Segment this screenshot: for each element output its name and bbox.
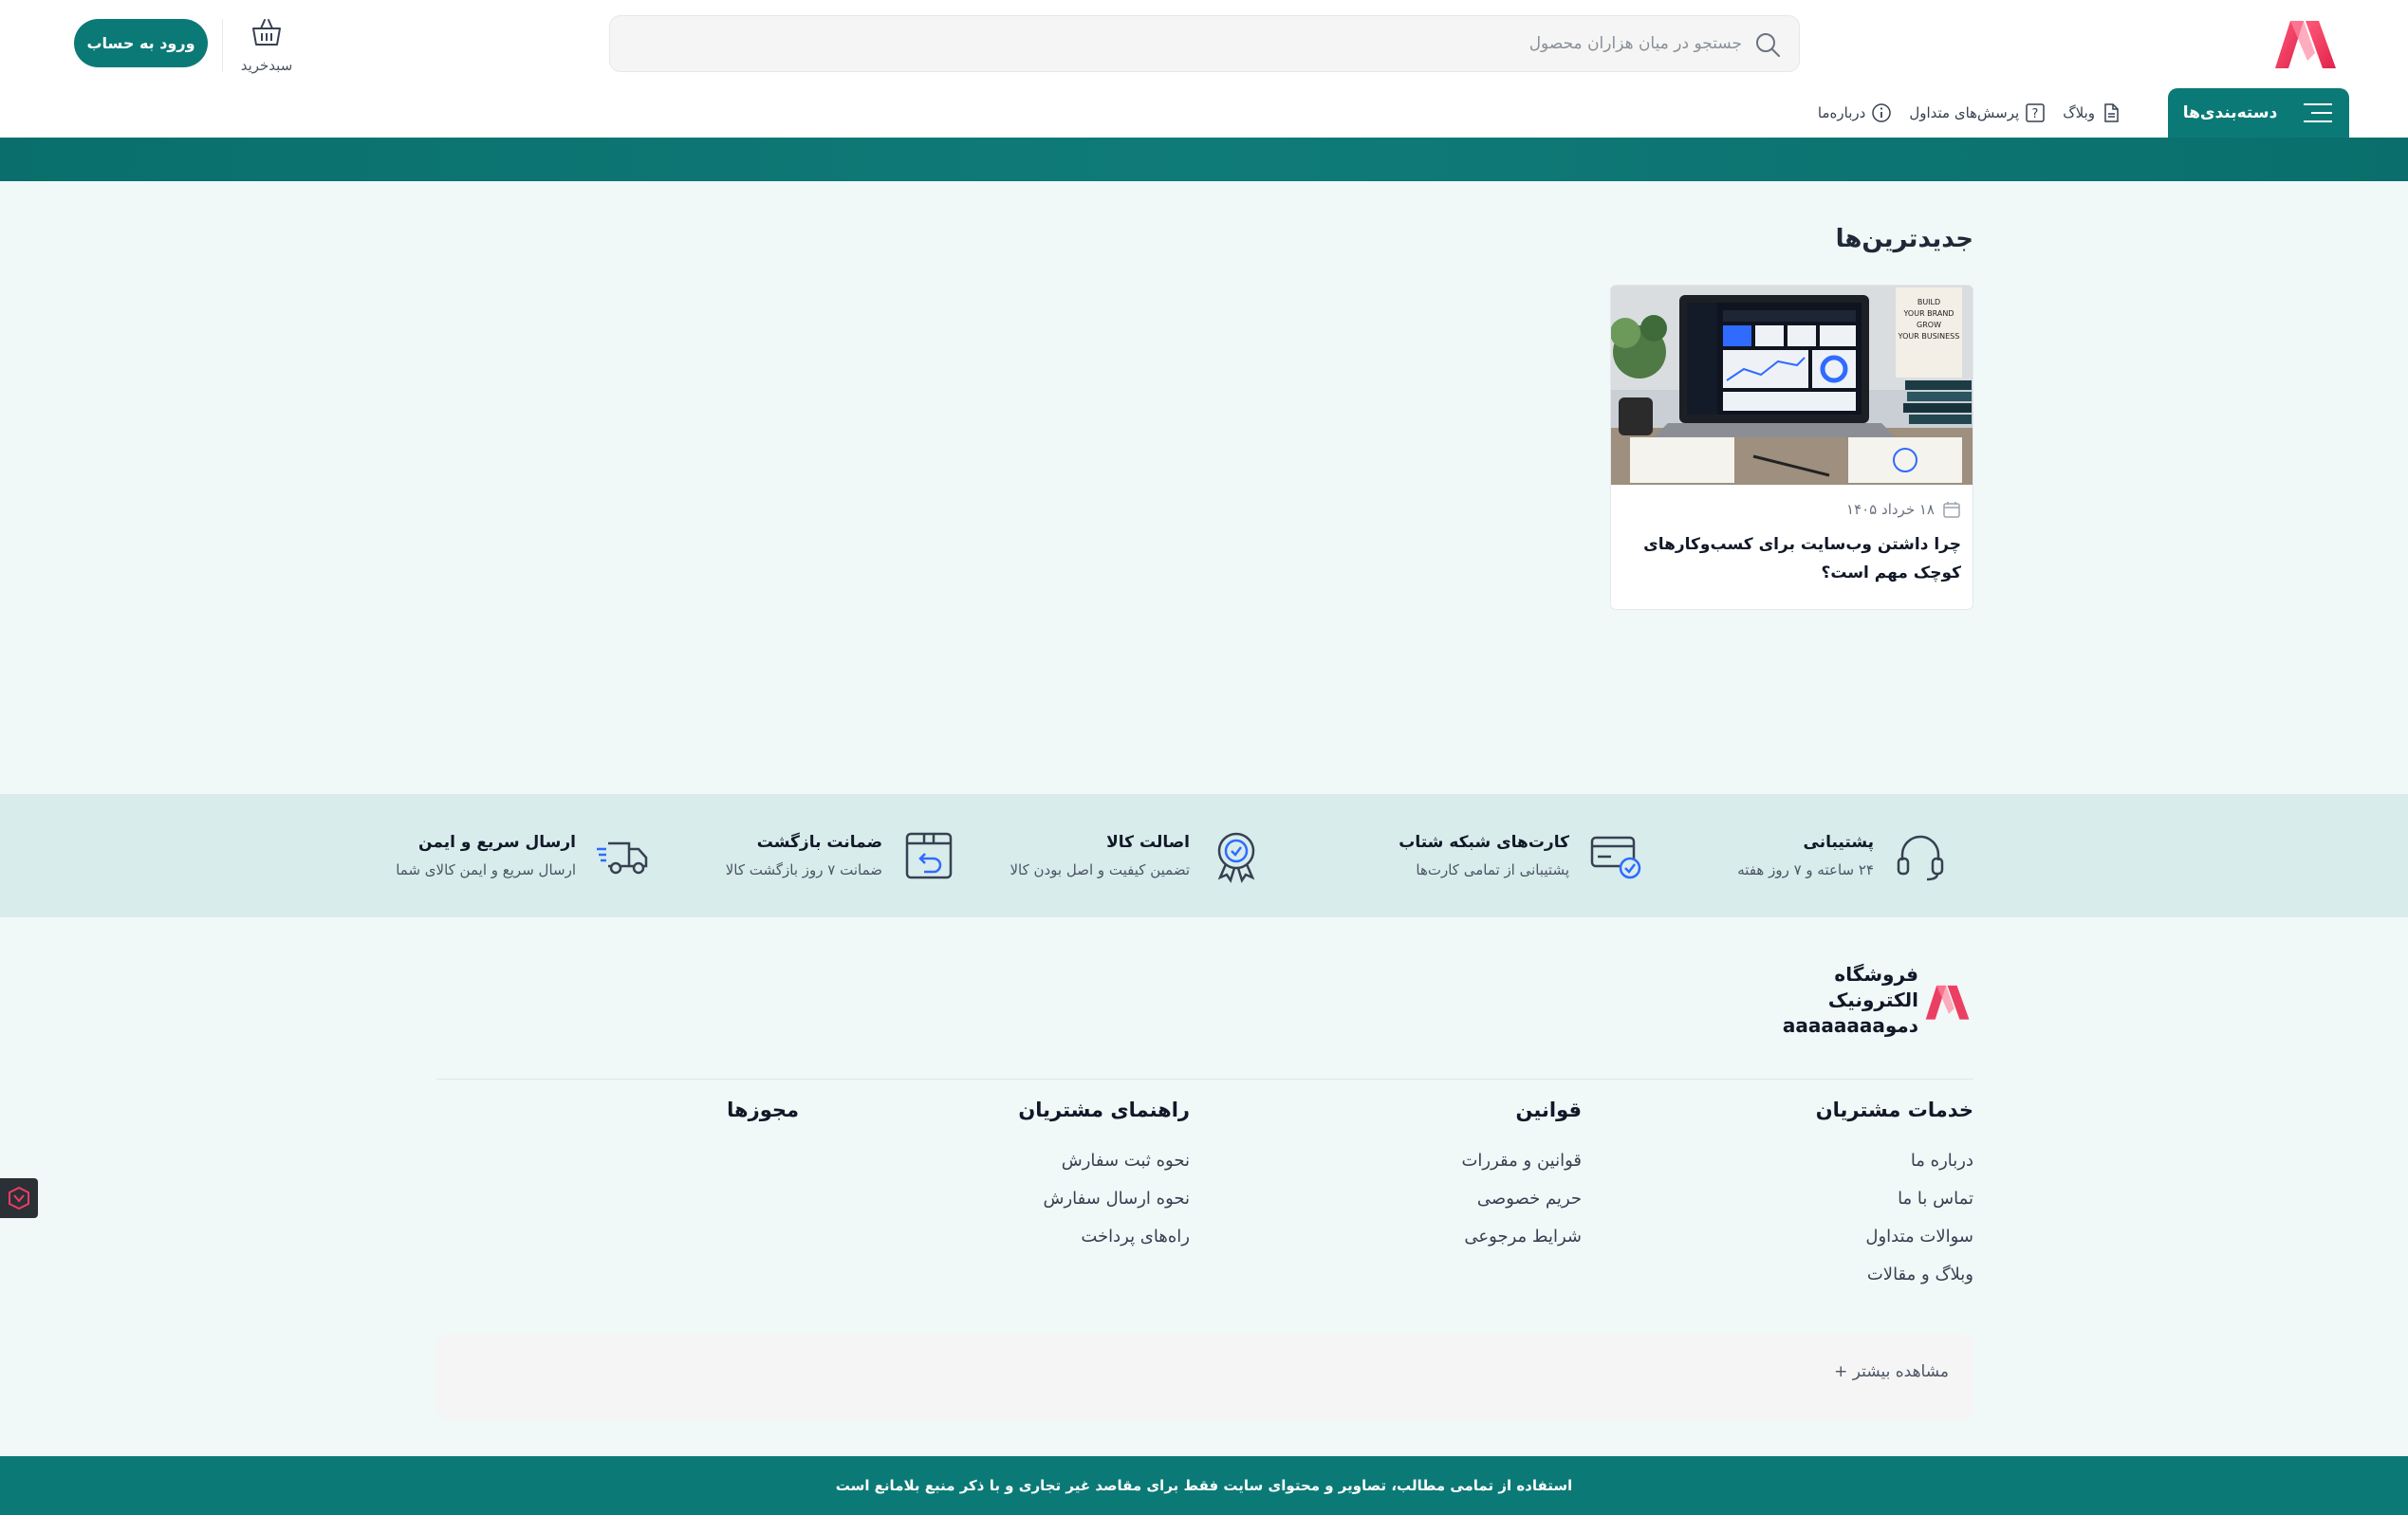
footer-link-faq[interactable]: سوالات متداول — [1816, 1218, 1973, 1256]
footer-link-contact[interactable]: تماس با ما — [1816, 1180, 1973, 1218]
site-header: سبدخرید ورود به حساب دسته‌بندی‌ها وبلاگ … — [0, 0, 2408, 138]
post-card[interactable]: BUILD YOUR BRAND GROW YOUR BUSINESS ۱۸ خ… — [1610, 285, 1973, 610]
footer-col-title: خدمات مشتریان — [1815, 1099, 1973, 1121]
copyright-text: استفاده از تمامی مطالب، تصاویر و محتوای … — [835, 1477, 1573, 1494]
nav-link-about[interactable]: درباره‌ما — [1818, 102, 1892, 123]
footer-link-shipping-guide[interactable]: نحوه ارسال سفارش — [1018, 1180, 1190, 1218]
categories-label: دسته‌بندی‌ها — [2182, 103, 2278, 122]
basket-icon — [252, 19, 281, 46]
truck-icon — [597, 841, 648, 875]
copyright-bar: استفاده از تمامی مطالب، تصاویر و محتوای … — [0, 1456, 2408, 1515]
footer-link-order-guide[interactable]: نحوه ثبت سفارش — [1018, 1142, 1190, 1180]
calendar-icon — [1943, 502, 1960, 518]
nav-link-label: درباره‌ما — [1817, 104, 1866, 121]
feature-subtitle: ۲۴ ساعته و ۷ روز هفته — [1737, 861, 1874, 878]
footer-link-return-policy[interactable]: شرایط مرجوعی — [1461, 1218, 1582, 1256]
footer-logo — [1925, 985, 1970, 1020]
feature-subtitle: پشتیبانی از تمامی کارت‌ها — [1416, 861, 1569, 878]
search-input[interactable] — [651, 16, 1742, 71]
categories-button[interactable]: دسته‌بندی‌ها — [2168, 88, 2349, 138]
search-icon[interactable] — [1753, 30, 1782, 59]
feature-return-guarantee: ضمانت بازگشت ضمانت ۷ روز بازگشت کالا — [726, 822, 956, 889]
question-icon: ? — [2026, 103, 2045, 122]
svg-text:YOUR BUSINESS: YOUR BUSINESS — [1898, 332, 1960, 341]
feature-title: کارت‌های شبکه شتاب — [1398, 833, 1569, 852]
login-button[interactable]: ورود به حساب — [74, 19, 208, 67]
hero-band — [0, 138, 2408, 181]
menu-icon — [2304, 103, 2333, 122]
footer-more-box: مشاهده بیشتر + — [436, 1334, 1973, 1419]
side-widget[interactable] — [0, 1178, 38, 1218]
section-title: جدیدترین‌ها — [1835, 225, 1973, 253]
svg-text:BUILD: BUILD — [1917, 298, 1940, 306]
search-bar[interactable] — [609, 15, 1800, 72]
headset-icon — [1897, 835, 1944, 881]
brand-widget-icon — [9, 1186, 29, 1210]
footer-brand[interactable]: فروشگاه الکترونیک دموaaaaaaaa — [1783, 962, 1973, 1038]
footer-col-rules: قوانین قوانین و مقررات حریم خصوصی شرایط … — [1461, 1099, 1582, 1256]
footer-divider — [436, 1079, 1973, 1080]
post-date-text: ۱۸ خرداد ۱۴۰۵ — [1846, 501, 1935, 518]
feature-title: ارسال سریع و ایمن — [418, 833, 576, 852]
header-divider — [222, 19, 223, 72]
show-more-button[interactable]: مشاهده بیشتر + — [1834, 1362, 1949, 1381]
info-icon — [1872, 103, 1892, 122]
nav-link-blog[interactable]: وبلاگ — [2063, 102, 2121, 123]
feature-title: اصالت کالا — [1106, 833, 1190, 852]
feature-subtitle: ضمانت ۷ روز بازگشت کالا — [725, 861, 882, 878]
svg-text:GROW: GROW — [1917, 321, 1941, 329]
post-title[interactable]: چرا داشتن وب‌سایت برای کسب‌وکارهای کوچک … — [1620, 530, 1961, 587]
feature-authenticity: اصالت کالا تضمین کیفیت و اصل بودن کالا — [1010, 822, 1264, 889]
credit-card-icon — [1590, 836, 1641, 879]
cart-button[interactable]: سبدخرید — [232, 15, 301, 76]
feature-shetab-cards: کارت‌های شبکه شتاب پشتیبانی از تمامی کار… — [1398, 822, 1643, 889]
footer-col-title: راهنمای مشتریان — [1018, 1099, 1190, 1121]
features-band: پشتیبانی ۲۴ ساعته و ۷ روز هفته کارت‌های … — [0, 794, 2408, 917]
post-date: ۱۸ خرداد ۱۴۰۵ — [1846, 500, 1961, 519]
nav-links: وبلاگ ? پرسش‌های متداول درباره‌ما — [1818, 101, 2121, 125]
footer-link-payment-methods[interactable]: راه‌های پرداخت — [1018, 1218, 1190, 1256]
post-image[interactable]: BUILD YOUR BRAND GROW YOUR BUSINESS — [1611, 286, 1973, 485]
footer-link-privacy[interactable]: حریم خصوصی — [1461, 1180, 1582, 1218]
footer-store-name: فروشگاه الکترونیک دموaaaaaaaa — [1782, 963, 1918, 1037]
footer-col-customer-guide: راهنمای مشتریان نحوه ثبت سفارش نحوه ارسا… — [1018, 1099, 1190, 1256]
feature-subtitle: تضمین کیفیت و اصل بودن کالا — [1010, 861, 1190, 878]
footer-col-title: مجوزها — [727, 1099, 799, 1121]
nav-link-label: پرسش‌های متداول — [1909, 104, 2020, 121]
nav-link-faq[interactable]: ? پرسش‌های متداول — [1909, 102, 2046, 123]
footer-col-title: قوانین — [1515, 1099, 1582, 1121]
badge-check-icon — [1217, 832, 1255, 883]
footer-link-terms[interactable]: قوانین و مقررات — [1461, 1142, 1582, 1180]
feature-title: پشتیبانی — [1803, 833, 1874, 852]
svg-text:?: ? — [2032, 107, 2039, 121]
footer-col-licenses: مجوزها — [727, 1099, 799, 1142]
feature-fast-shipping: ارسال سریع و ایمن ارسال سریع و ایمن کالا… — [396, 822, 650, 889]
feature-subtitle: ارسال سریع و ایمن کالای شما — [396, 861, 576, 878]
nav-link-label: وبلاگ — [2063, 104, 2095, 121]
cart-label: سبدخرید — [240, 57, 293, 74]
return-box-icon — [905, 832, 953, 879]
footer-link-blog[interactable]: وبلاگ و مقالات — [1816, 1256, 1973, 1294]
feature-support: پشتیبانی ۲۴ ساعته و ۷ روز هفته — [1737, 822, 1948, 889]
footer-col-customer-services: خدمات مشتریان درباره ما تماس با ما سوالا… — [1816, 1099, 1973, 1294]
document-icon — [2104, 103, 2119, 122]
feature-title: ضمانت بازگشت — [756, 833, 882, 852]
svg-text:YOUR BRAND: YOUR BRAND — [1902, 309, 1954, 318]
footer-link-about[interactable]: درباره ما — [1816, 1142, 1973, 1180]
site-logo[interactable] — [2273, 17, 2342, 70]
